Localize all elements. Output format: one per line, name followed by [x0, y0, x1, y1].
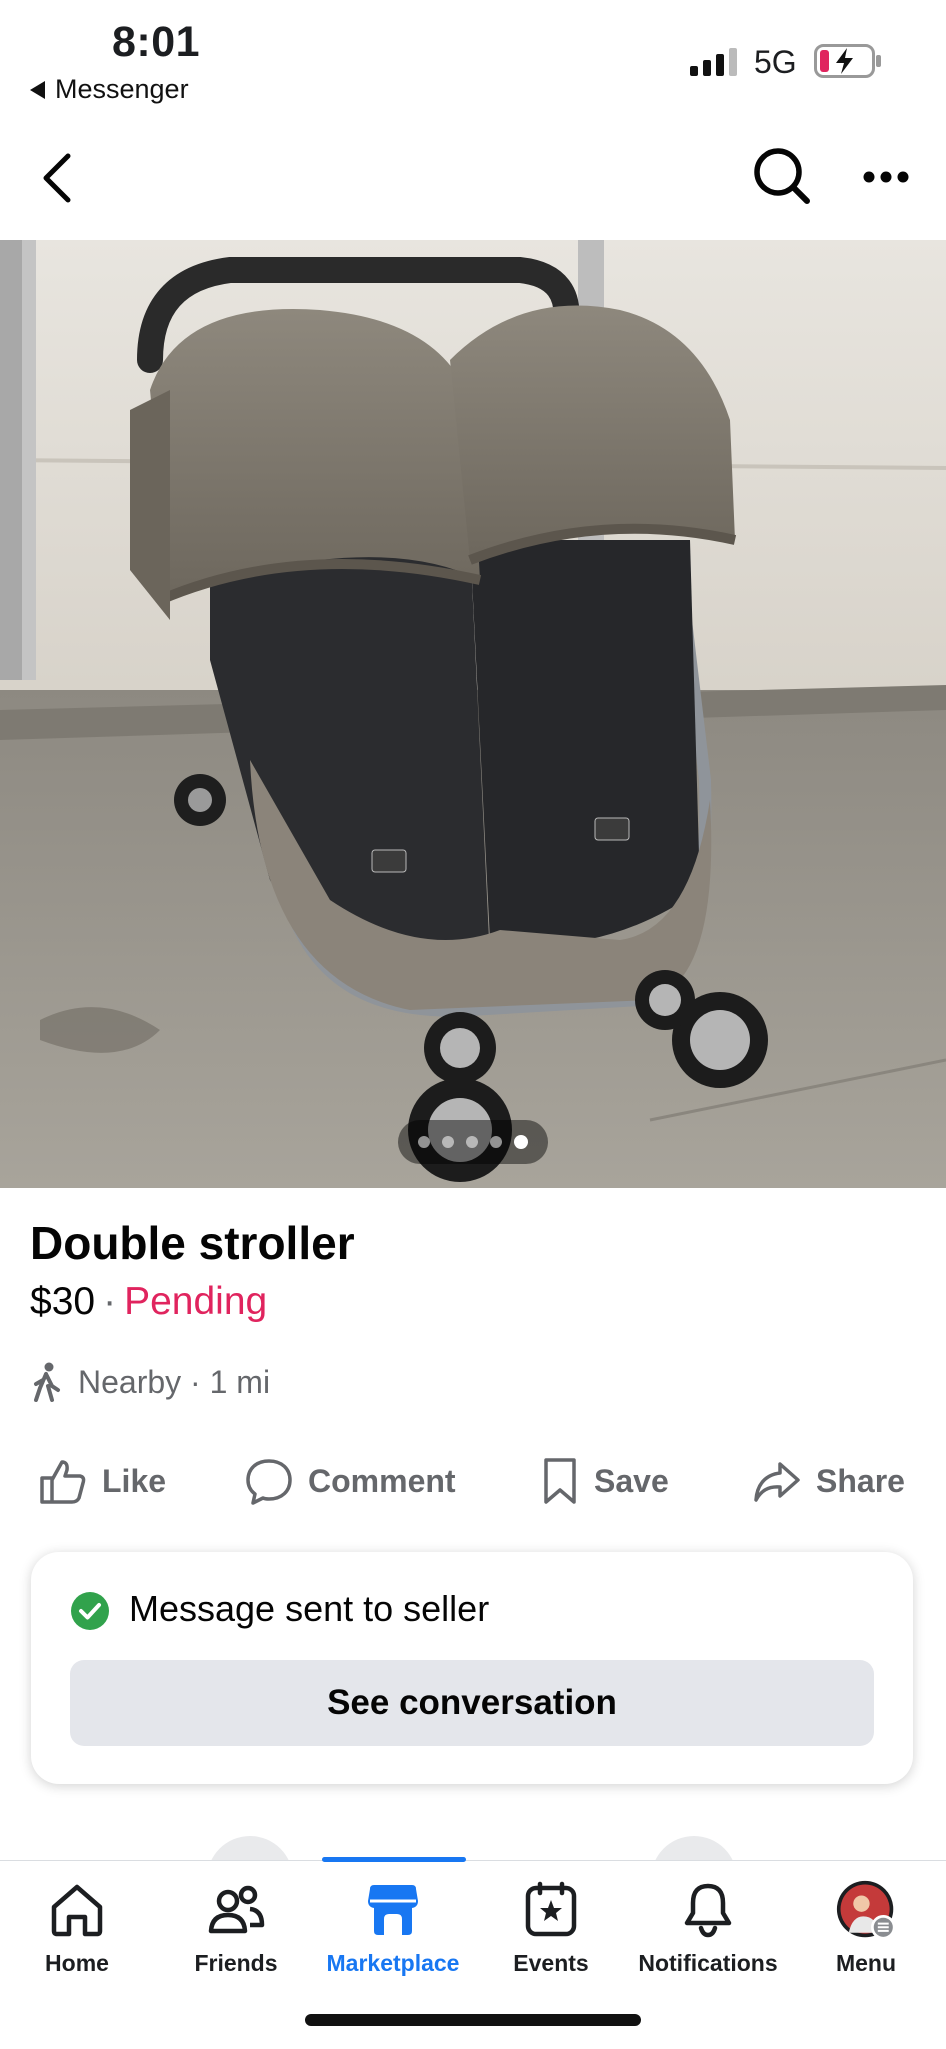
back-to-messenger-link[interactable]: Messenger — [30, 74, 189, 105]
thumbs-up-icon — [40, 1460, 86, 1504]
walking-icon — [34, 1362, 60, 1402]
tab-friends[interactable]: Friends — [161, 1880, 311, 1977]
see-conversation-button[interactable]: See conversation — [70, 1660, 874, 1746]
more-options-icon[interactable] — [862, 170, 910, 184]
back-icon[interactable] — [38, 150, 78, 206]
share-label: Share — [816, 1462, 905, 1499]
photo-dot — [418, 1136, 430, 1148]
search-icon[interactable] — [752, 146, 812, 206]
tab-home-label: Home — [45, 1950, 109, 1976]
like-button[interactable]: Like — [38, 1456, 166, 1506]
photo-pagination[interactable] — [398, 1120, 548, 1164]
status-time: 8:01 — [112, 18, 201, 66]
comment-label: Comment — [308, 1462, 456, 1499]
friends-icon — [208, 1885, 265, 1934]
home-icon — [51, 1884, 103, 1937]
check-circle-icon — [71, 1592, 109, 1630]
home-indicator-bar — [305, 2014, 641, 2026]
back-app-label: Messenger — [55, 74, 189, 104]
battery-charging-icon — [814, 44, 881, 78]
price-line: $30 · Pending — [30, 1280, 267, 1324]
tab-home[interactable]: Home — [2, 1880, 152, 1977]
listing-distance: Nearby · 1 mi — [30, 1362, 270, 1402]
events-calendar-icon — [525, 1881, 577, 1937]
share-button[interactable]: Share — [752, 1456, 905, 1506]
distance-text: Nearby · 1 mi — [78, 1363, 271, 1400]
price-separator: · — [103, 1280, 117, 1323]
active-tab-indicator — [322, 1857, 466, 1862]
tab-menu-label: Menu — [835, 1950, 897, 1976]
tab-marketplace[interactable]: Marketplace — [318, 1880, 468, 1977]
tab-notifications-label: Notifications — [638, 1950, 778, 1976]
tab-menu[interactable]: Menu — [791, 1880, 941, 1977]
share-arrow-icon — [754, 1462, 800, 1502]
listing-photo[interactable] — [0, 240, 946, 1188]
listing-status: Pending — [124, 1280, 268, 1323]
photo-dot — [490, 1136, 502, 1148]
save-label: Save — [594, 1462, 669, 1499]
tab-friends-label: Friends — [194, 1950, 278, 1976]
comment-bubble-icon — [246, 1459, 292, 1505]
save-button[interactable]: Save — [540, 1456, 669, 1506]
tab-events[interactable]: Events — [476, 1880, 626, 1977]
tab-events-label: Events — [513, 1950, 589, 1976]
tab-marketplace-label: Marketplace — [326, 1950, 460, 1976]
photo-dot-active — [514, 1135, 528, 1149]
profile-avatar — [836, 1880, 896, 1940]
bell-icon — [684, 1883, 732, 1938]
cellular-signal-icon — [690, 46, 737, 76]
tab-notifications[interactable]: Notifications — [633, 1880, 783, 1977]
back-triangle-icon — [30, 80, 45, 99]
listing-title: Double stroller — [30, 1217, 355, 1269]
marketplace-icon — [368, 1885, 418, 1935]
message-sent-toast: Message sent to seller See conversation — [31, 1552, 913, 1784]
photo-dot — [442, 1136, 454, 1148]
photo-dot — [466, 1136, 478, 1148]
network-type: 5G — [754, 44, 797, 80]
like-label: Like — [102, 1462, 167, 1499]
comment-button[interactable]: Comment — [244, 1456, 456, 1506]
bookmark-icon — [544, 1458, 576, 1504]
toast-message: Message sent to seller — [129, 1588, 490, 1629]
listing-price: $30 — [30, 1280, 96, 1323]
